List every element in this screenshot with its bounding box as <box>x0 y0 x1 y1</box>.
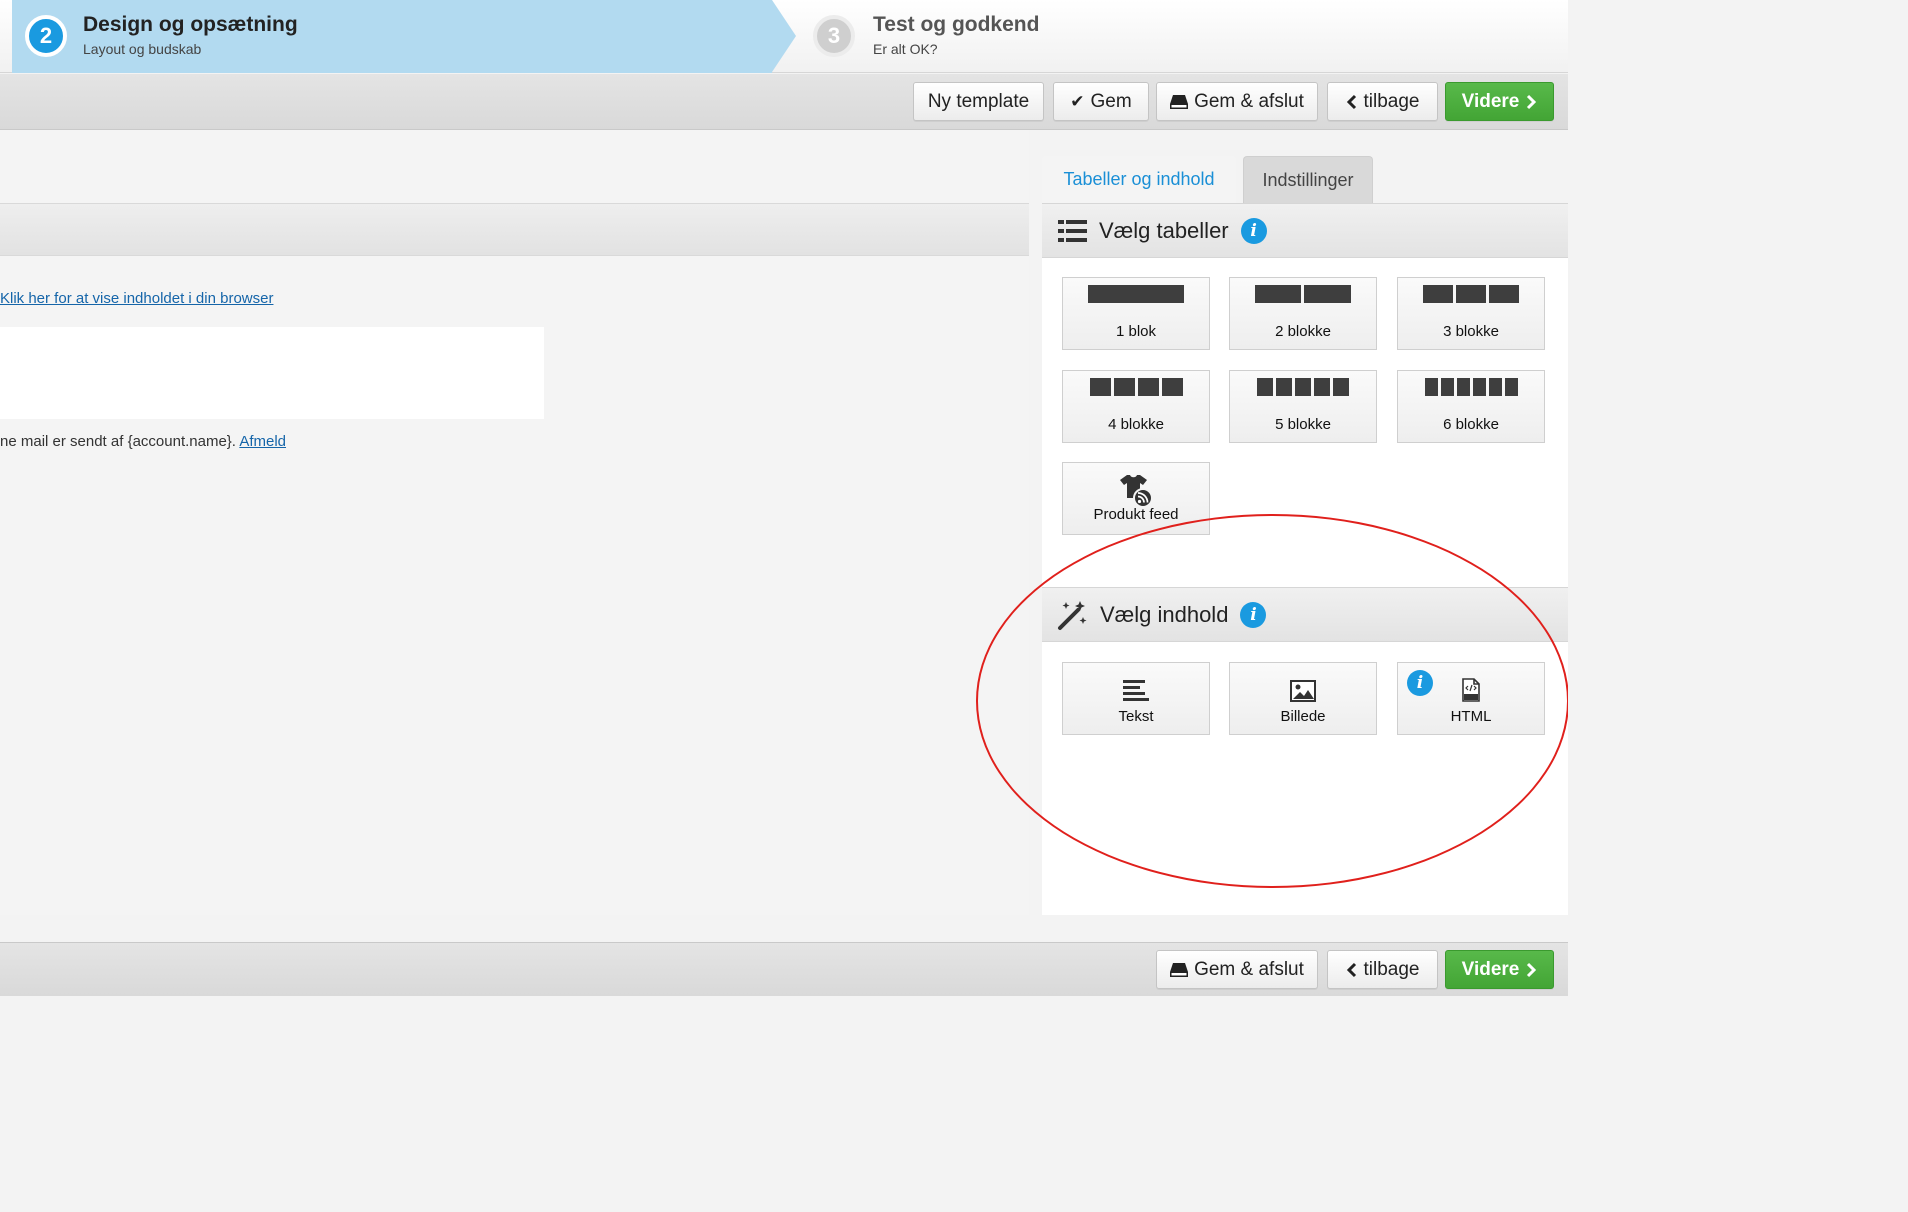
back-label: tilbage <box>1363 90 1420 112</box>
tab-settings[interactable]: Indstillinger <box>1243 156 1373 203</box>
hard-drive-icon <box>1170 94 1189 109</box>
table-tile-3-blocks[interactable]: 3 blokke <box>1397 277 1545 350</box>
unsubscribe-link[interactable]: Afmeld <box>239 433 286 450</box>
html-file-icon <box>1462 678 1480 702</box>
top-toolbar: Ny template ✔ Gem Gem & afslut tilbage V… <box>0 74 1568 130</box>
table-rows-icon <box>1058 219 1087 242</box>
image-icon <box>1290 680 1316 702</box>
chevron-left-icon <box>1346 962 1356 977</box>
tables-section-header: Vælg tabeller i <box>1042 203 1568 258</box>
content-tile-image[interactable]: Billede <box>1229 662 1377 735</box>
info-icon[interactable]: i <box>1240 217 1267 244</box>
table-tile-4-blocks[interactable]: 4 blokke <box>1062 370 1210 443</box>
tile-label: 3 blokke <box>1443 323 1499 340</box>
back-button[interactable]: tilbage <box>1327 950 1438 989</box>
checkmark-icon: ✔ <box>1070 91 1085 111</box>
block-preview <box>1423 285 1519 303</box>
block-preview <box>1089 378 1183 396</box>
tile-label: 1 blok <box>1115 323 1157 340</box>
step-number-badge: 2 <box>25 15 67 57</box>
content-section-title: Vælg indhold <box>1100 601 1229 627</box>
magic-wand-icon <box>1058 600 1087 630</box>
info-icon[interactable]: i <box>1407 670 1433 696</box>
email-content-block[interactable] <box>0 327 544 419</box>
step-subtitle: Er alt OK? <box>873 41 938 57</box>
tile-label: 6 blokke <box>1443 416 1499 433</box>
tile-label: 2 blokke <box>1275 323 1331 340</box>
save-exit-button[interactable]: Gem & afslut <box>1156 950 1318 989</box>
table-tile-5-blocks[interactable]: 5 blokke <box>1229 370 1377 443</box>
step-number-badge: 3 <box>813 15 855 57</box>
app-root: { "steps": [ {"number": "2", "title": "D… <box>0 0 1568 996</box>
info-icon[interactable]: i <box>1240 601 1267 628</box>
block-preview <box>1424 378 1518 396</box>
tile-label: 4 blokke <box>1108 416 1164 433</box>
back-label: tilbage <box>1363 958 1420 980</box>
tab-tables-content[interactable]: Tabeller og indhold <box>1042 156 1236 203</box>
step-title: Design og opsætning <box>83 13 298 36</box>
step-title[interactable]: Test og godkend <box>873 13 1039 37</box>
email-footer: ne mail er sendt af {account.name}. Afme… <box>0 433 286 450</box>
canvas-header-strip <box>0 203 1029 256</box>
text-lines-icon <box>1123 680 1149 701</box>
chevron-left-icon <box>1346 94 1356 109</box>
next-button[interactable]: Videre <box>1445 82 1554 121</box>
next-label: Videre <box>1461 90 1520 112</box>
save-exit-label: Gem & afslut <box>1194 958 1304 980</box>
content-tile-text[interactable]: Tekst <box>1062 662 1210 735</box>
next-button[interactable]: Videre <box>1445 950 1554 989</box>
save-exit-label: Gem & afslut <box>1194 90 1304 112</box>
new-template-button[interactable]: Ny template <box>913 82 1044 121</box>
chevron-right-icon <box>1527 962 1537 977</box>
next-label: Videre <box>1461 958 1520 980</box>
tile-label: Billede <box>1280 708 1326 725</box>
content-tile-html[interactable]: i HTML <box>1397 662 1545 735</box>
table-tile-1-block[interactable]: 1 blok <box>1062 277 1210 350</box>
back-button[interactable]: tilbage <box>1327 82 1438 121</box>
block-preview <box>1255 285 1351 303</box>
tile-label: 5 blokke <box>1275 416 1331 433</box>
wizard-steps: 2 Design og opsætning Layout og budskab … <box>0 0 1568 73</box>
step-subtitle: Layout og budskab <box>83 41 202 57</box>
content-section-header: Vælg indhold i <box>1042 587 1568 642</box>
hard-drive-icon <box>1170 962 1189 977</box>
save-label: Gem <box>1090 90 1132 112</box>
block-preview <box>1257 378 1349 396</box>
view-in-browser-link[interactable]: Klik her for at vise indholdet i din bro… <box>0 290 273 307</box>
tables-section-title: Vælg tabeller <box>1099 217 1229 243</box>
tile-label: Tekst <box>1118 708 1154 725</box>
footer-sender-text: ne mail er sendt af {account.name}. <box>0 433 236 450</box>
bottom-toolbar: Gem & afslut tilbage Videre <box>0 942 1568 996</box>
tshirt-rss-icon <box>1120 475 1153 508</box>
tile-label: HTML <box>1450 708 1492 725</box>
tile-label: Produkt feed <box>1093 506 1179 523</box>
new-template-label: Ny template <box>927 90 1030 112</box>
chevron-right-icon <box>1527 94 1537 109</box>
save-exit-button[interactable]: Gem & afslut <box>1156 82 1318 121</box>
email-canvas: Klik her for at vise indholdet i din bro… <box>0 130 1029 915</box>
table-tile-6-blocks[interactable]: 6 blokke <box>1397 370 1545 443</box>
step-arrow <box>772 0 796 72</box>
builder-panel: Vælg tabeller i 1 blok 2 blokke 3 blokke… <box>1042 203 1568 915</box>
table-tile-product-feed[interactable]: Produkt feed <box>1062 462 1210 535</box>
save-button[interactable]: ✔ Gem <box>1053 82 1149 121</box>
block-preview <box>1088 285 1184 303</box>
table-tile-2-blocks[interactable]: 2 blokke <box>1229 277 1377 350</box>
